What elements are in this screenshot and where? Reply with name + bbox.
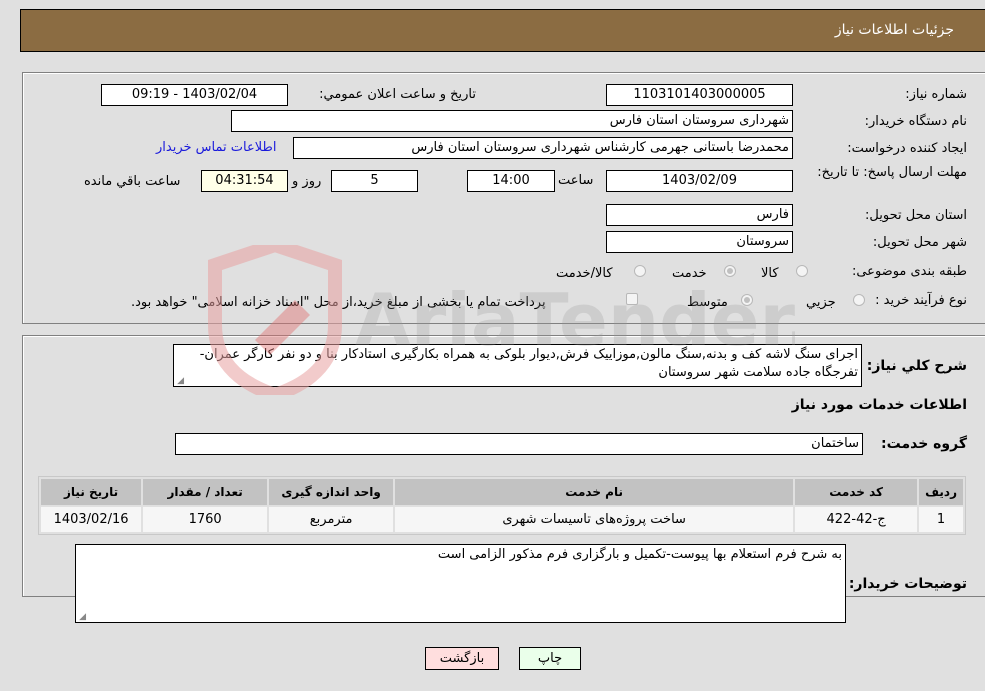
services-heading: اطلاعات خدمات مورد نياز bbox=[791, 397, 967, 413]
cell-quantity: 1760 bbox=[143, 507, 268, 532]
cell-unit: مترمربع bbox=[269, 507, 394, 532]
buyer-org-field: شهرداری سروستان استان فارس bbox=[231, 110, 793, 132]
service-group-label: گروه خدمت: bbox=[881, 436, 967, 452]
deadline-time-field: 14:00 bbox=[467, 170, 555, 192]
description-textarea[interactable]: اجرای سنگ لاشه کف و بدنه,سنگ مالون,موزاي… bbox=[173, 344, 862, 387]
category-label: طبقه بندی موضوعی: bbox=[851, 264, 967, 279]
category-goods-service-radio[interactable] bbox=[634, 265, 646, 277]
deadline-time-label: ساعت bbox=[558, 173, 594, 188]
treasury-checkbox[interactable] bbox=[626, 293, 638, 305]
service-group-field: ساختمان bbox=[175, 433, 863, 455]
requester-field: محمدرضا باستانی جهرمی کارشناس شهرداری سر… bbox=[293, 137, 793, 159]
col-service-code: کد خدمت bbox=[795, 479, 918, 505]
col-quantity: تعداد / مقدار bbox=[143, 479, 268, 505]
cell-service-name: ساخت پروژه‌های تاسيسات شهری bbox=[395, 507, 794, 532]
col-unit: واحد اندازه گيری bbox=[269, 479, 394, 505]
buyer-notes-text: به شرح فرم استعلام بها پيوست-تکميل و بار… bbox=[437, 547, 842, 562]
delivery-city-label: شهر محل تحويل: bbox=[872, 235, 967, 250]
cell-row-number: 1 bbox=[919, 507, 963, 532]
print-button[interactable]: چاپ bbox=[519, 647, 581, 670]
cell-need-date: 1403/02/16 bbox=[41, 507, 142, 532]
page-header: جزئيات اطلاعات نياز bbox=[20, 9, 985, 52]
process-minor-radio[interactable] bbox=[853, 294, 865, 306]
delivery-province-field: فارس bbox=[606, 204, 793, 226]
need-number-field: 1103101403000005 bbox=[606, 84, 793, 106]
days-label: روز و bbox=[292, 174, 322, 189]
resize-grip-icon[interactable]: ◢ bbox=[78, 613, 86, 622]
col-need-date: تاريخ نياز bbox=[41, 479, 142, 505]
purchase-process-label: نوع فرآيند خريد : bbox=[875, 293, 967, 308]
buyer-notes-label: توضيحات خريدار: bbox=[848, 576, 967, 592]
need-number-label: شماره نياز: bbox=[905, 87, 967, 102]
deadline-date-field: 1403/02/09 bbox=[606, 170, 793, 192]
cell-service-code: ج-42-422 bbox=[795, 507, 918, 532]
buyer-contact-link[interactable]: اطلاعات تماس خريدار bbox=[156, 140, 276, 155]
remaining-days-field: 5 bbox=[331, 170, 418, 192]
treasury-checkbox-label: پرداخت تمام يا بخشی از مبلغ خريد،از محل … bbox=[131, 295, 546, 310]
table-row: 1 ج-42-422 ساخت پروژه‌های تاسيسات شهری م… bbox=[41, 507, 963, 532]
delivery-city-field: سروستان bbox=[606, 231, 793, 253]
remaining-time-field: 04:31:54 bbox=[201, 170, 288, 192]
remaining-label: ساعت باقي مانده bbox=[84, 174, 181, 189]
category-service-radio[interactable] bbox=[724, 265, 736, 277]
process-medium-radio[interactable] bbox=[741, 294, 753, 306]
requester-label: ايجاد کننده درخواست: bbox=[847, 141, 967, 156]
delivery-province-label: استان محل تحويل: bbox=[865, 208, 967, 223]
page-title: جزئيات اطلاعات نياز bbox=[834, 22, 954, 38]
resize-grip-icon[interactable]: ◢ bbox=[176, 377, 184, 386]
deadline-label: مهلت ارسال پاسخ: تا تاريخ: bbox=[817, 165, 967, 180]
col-row-number: رديف bbox=[919, 479, 963, 505]
category-goods-label: کالا bbox=[761, 266, 779, 281]
announce-datetime-label: تاريخ و ساعت اعلان عمومي: bbox=[319, 87, 476, 102]
buyer-org-label: نام دستگاه خريدار: bbox=[864, 114, 967, 129]
category-goods-radio[interactable] bbox=[796, 265, 808, 277]
services-table: رديف کد خدمت نام خدمت واحد اندازه گيری ت… bbox=[38, 476, 966, 535]
description-text: اجرای سنگ لاشه کف و بدنه,سنگ مالون,موزاي… bbox=[199, 347, 858, 380]
col-service-name: نام خدمت bbox=[395, 479, 794, 505]
description-label: شرح کلي نياز: bbox=[866, 358, 967, 374]
category-goods-service-label: کالا/خدمت bbox=[556, 266, 613, 281]
buyer-notes-textarea[interactable]: به شرح فرم استعلام بها پيوست-تکميل و بار… bbox=[75, 544, 846, 623]
back-button[interactable]: بازگشت bbox=[425, 647, 499, 670]
process-medium-label: متوسط bbox=[687, 295, 728, 310]
table-header-row: رديف کد خدمت نام خدمت واحد اندازه گيری ت… bbox=[41, 479, 963, 505]
announce-datetime-field: 1403/02/04 - 09:19 bbox=[101, 84, 288, 106]
category-service-label: خدمت bbox=[672, 266, 707, 281]
process-minor-label: جزيي bbox=[806, 295, 836, 310]
